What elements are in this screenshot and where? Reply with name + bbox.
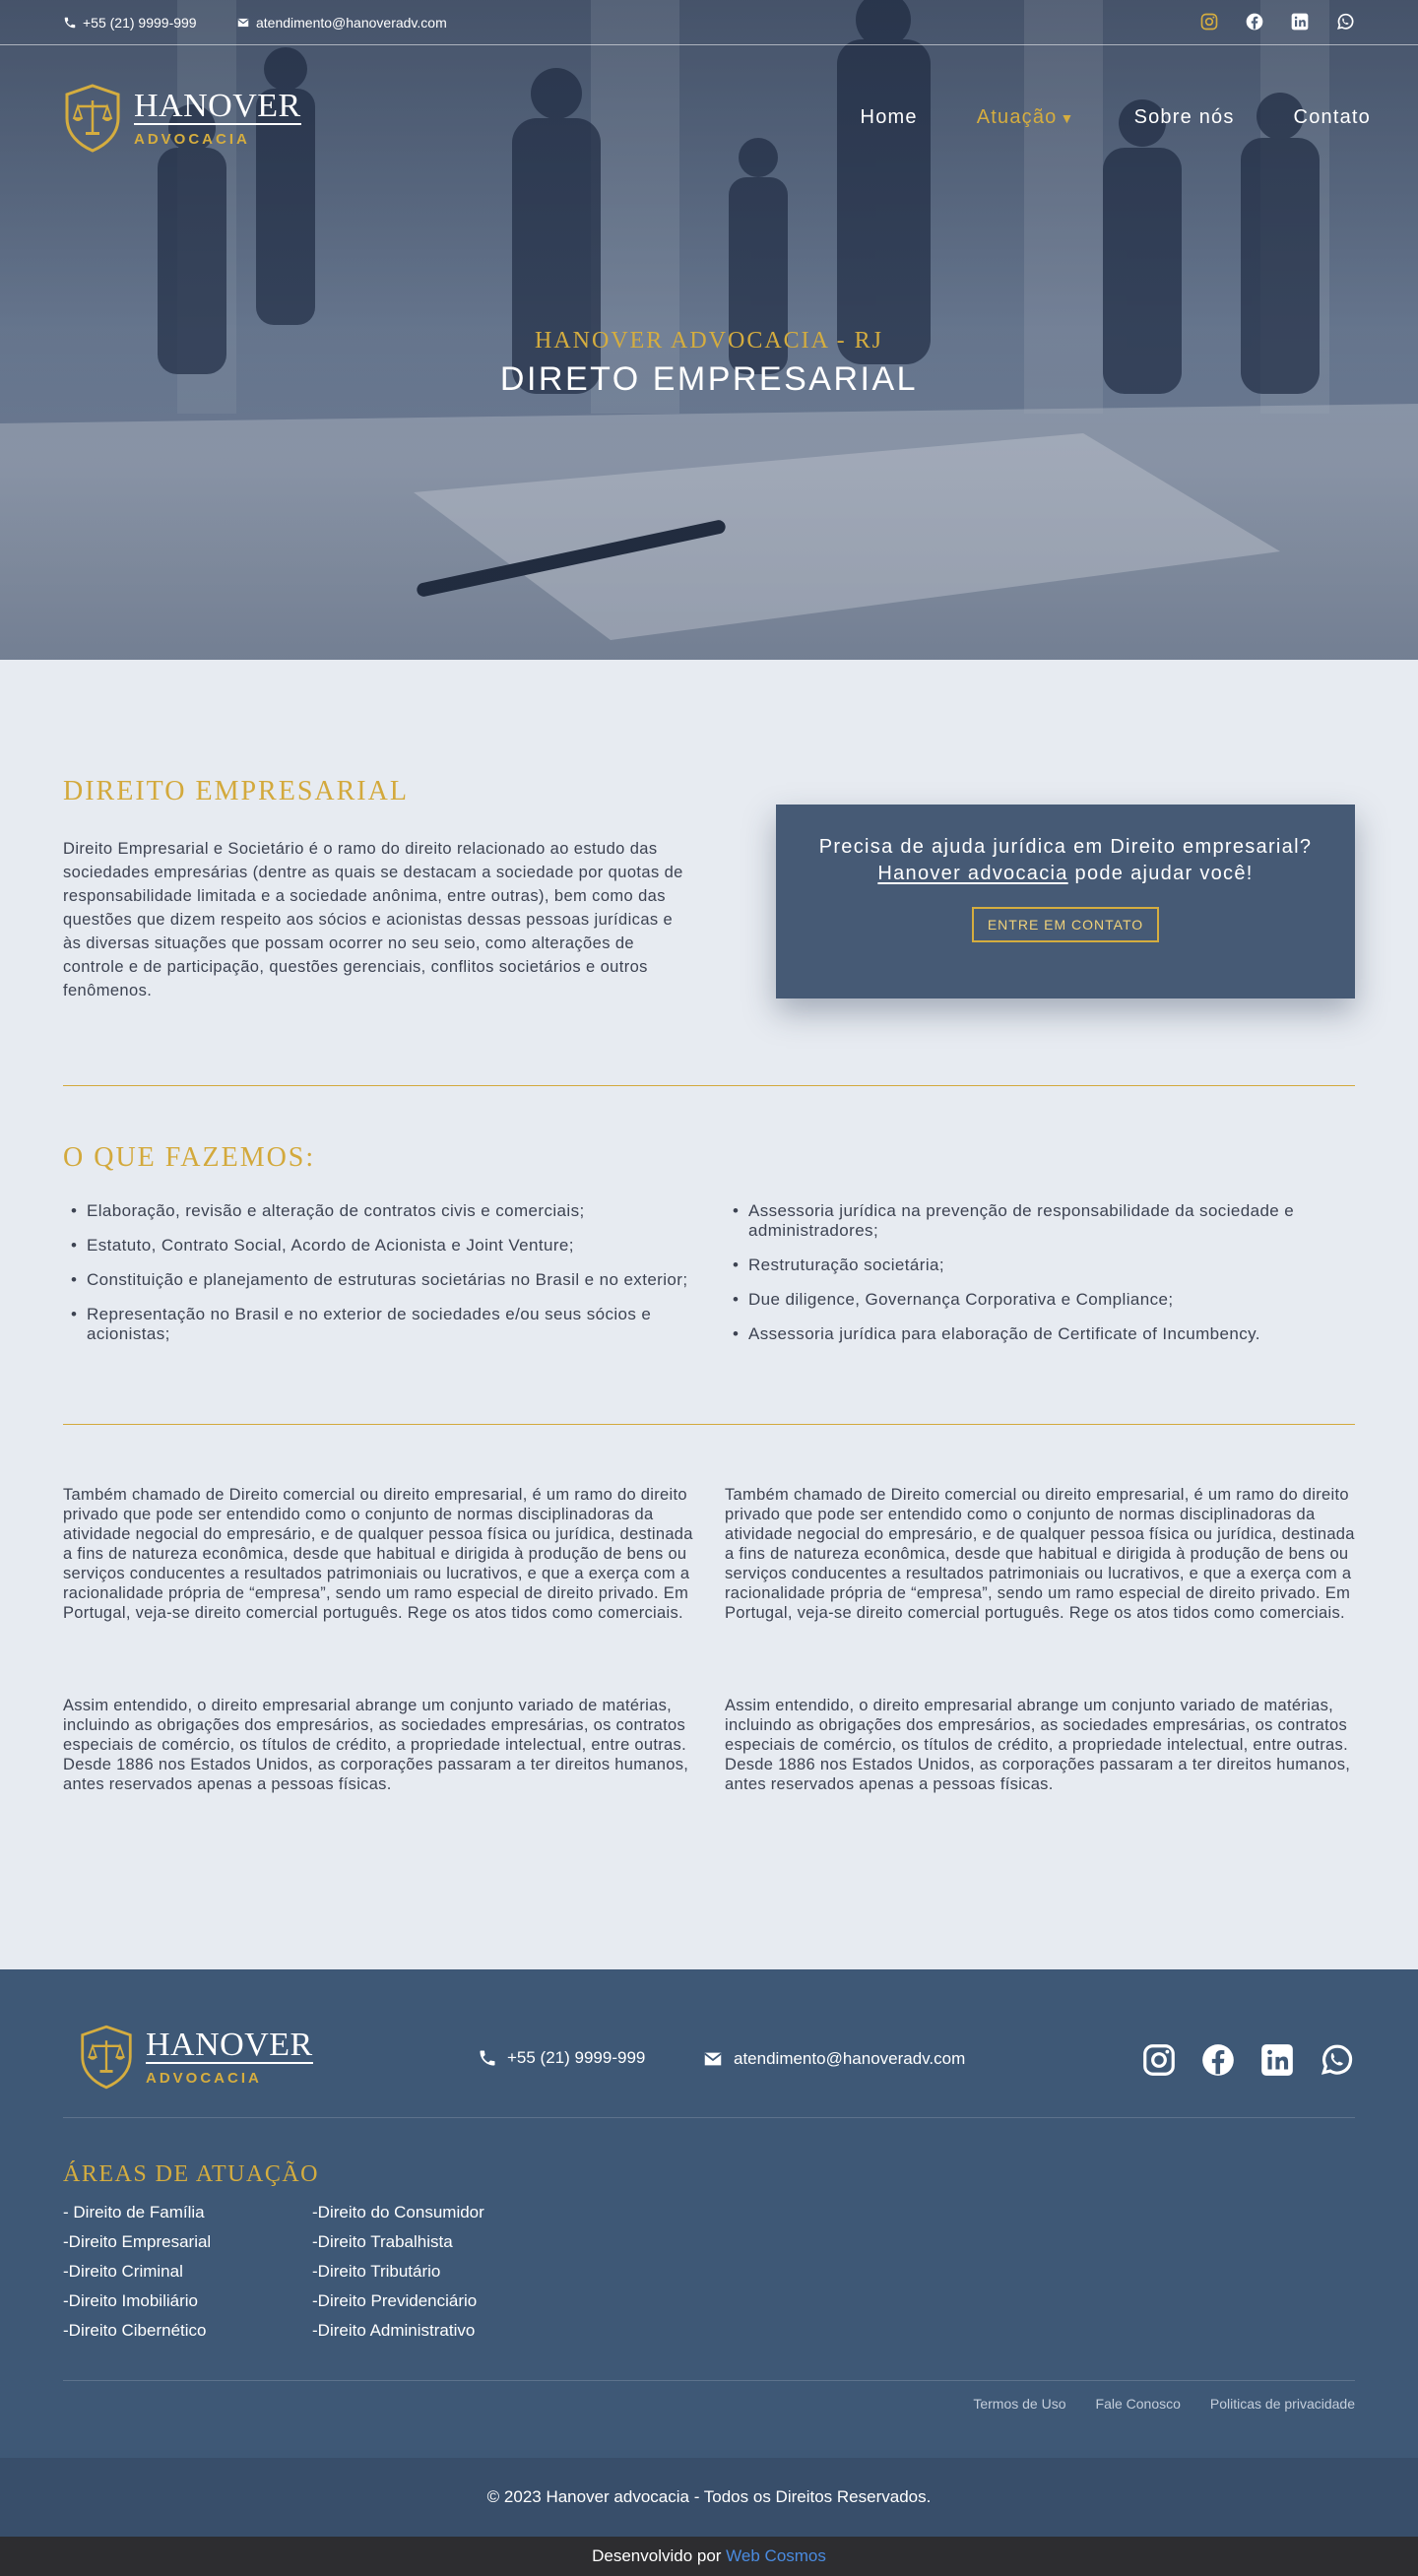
privacy-link[interactable]: Politicas de privacidade [1210,2396,1355,2412]
cta-box: Precisa de ajuda jurídica em Direito emp… [776,805,1355,998]
area-link[interactable]: -Direito Imobiliário [63,2286,211,2316]
cta-question-link[interactable]: Hanover advocacia [877,863,1067,884]
list-item: Representação no Brasil e no exterior de… [63,1305,703,1344]
terms-link[interactable]: Termos de Uso [973,2396,1065,2412]
footer-divider [63,2117,1355,2118]
areas-title: ÁREAS DE ATUAÇÃO [63,2161,320,2187]
copyright-bar: © 2023 Hanover advocacia - Todos os Dire… [0,2458,1418,2537]
nav-atuacao-label: Atuação [976,106,1058,128]
legal-links: Termos de Uso Fale Conosco Politicas de … [973,2396,1355,2412]
list-item: Elaboração, revisão e alteração de contr… [63,1201,703,1221]
cta-question-text: Precisa de ajuda jurídica em Direito emp… [818,836,1313,858]
topbar-email-text: atendimento@hanoveradv.com [256,15,447,31]
area-link[interactable]: -Direito Empresarial [63,2227,211,2257]
developer-bar: Desenvolvido por Web Cosmos [0,2537,1418,2576]
linkedin-icon[interactable] [1290,12,1310,32]
nav-sobre[interactable]: Sobre nós [1134,106,1235,129]
list-item: Constituição e planejamento de estrutura… [63,1270,703,1290]
detail-paragraph: Assim entendido, o direito empresarial a… [725,1697,1351,1793]
cta-question-suffix: pode ajudar você! [1067,863,1254,884]
whatsapp-icon[interactable] [1318,2041,1355,2079]
footer-email[interactable]: atendimento@hanoveradv.com [702,2048,965,2070]
section-divider [63,1085,1355,1086]
areas-list-left: - Direito de Família -Direito Empresaria… [63,2198,211,2346]
intro-title: DIREITO EMPRESARIAL [63,776,409,806]
area-link[interactable]: -Direito do Consumidor [312,2198,484,2227]
logo-sub-text: ADVOCACIA [146,2070,262,2088]
list-item: Restruturação societária; [725,1256,1355,1275]
footer-phone[interactable]: +55 (21) 9999-999 [478,2048,645,2068]
list-item: Assessoria jurídica para elaboração de C… [725,1324,1355,1344]
footer-divider [63,2380,1355,2381]
services-list-right: Assessoria jurídica na prevenção de resp… [725,1201,1355,1359]
main-nav: Home Atuação ▼ Sobre nós Contato [861,106,1371,129]
section-divider [63,1424,1355,1425]
hero-title: DIRETO EMPRESARIAL [499,360,919,398]
area-link[interactable]: -Direito Trabalhista [312,2227,484,2257]
contact-us-link[interactable]: Fale Conosco [1096,2396,1181,2412]
detail-paragraph: Também chamado de Direito comercial ou d… [63,1486,693,1622]
nav-home[interactable]: Home [861,106,918,129]
scales-of-justice-shield-icon [81,2025,132,2090]
whatsapp-icon[interactable] [1335,12,1355,32]
area-link[interactable]: -Direito Criminal [63,2257,211,2286]
services-list-left: Elaboração, revisão e alteração de contr… [63,1201,703,1359]
facebook-icon[interactable] [1199,2041,1237,2079]
area-link[interactable]: -Direito Previdenciário [312,2286,484,2316]
facebook-icon[interactable] [1245,12,1264,32]
nav-atuacao[interactable]: Atuação ▼ [977,106,1075,129]
topbar-email[interactable]: atendimento@hanoveradv.com [236,15,447,31]
developer-prefix: Desenvolvido por [592,2546,727,2565]
area-link[interactable]: -Direito Cibernético [63,2316,211,2346]
cta-question: Precisa de ajuda jurídica em Direito emp… [806,834,1325,887]
developer-link[interactable]: Web Cosmos [726,2546,826,2565]
detail-paragraph: Assim entendido, o direito empresarial a… [63,1697,689,1793]
topbar-phone[interactable]: +55 (21) 9999-999 [63,15,197,31]
hero-kicker: HANOVER ADVOCACIA - RJ [534,328,884,354]
area-link[interactable]: -Direito Tributário [312,2257,484,2286]
top-bar: +55 (21) 9999-999 atendimento@hanoveradv… [0,0,1418,45]
chevron-down-icon: ▼ [1060,110,1075,126]
footer: HANOVER ADVOCACIA +55 (21) 9999-999 aten… [0,1969,1418,2458]
logo-sub-text: ADVOCACIA [134,131,250,149]
phone-icon [64,17,76,29]
linkedin-icon[interactable] [1258,2041,1296,2079]
detail-paragraph: Também chamado de Direito comercial ou d… [725,1486,1355,1622]
topbar-social-links [1199,12,1355,32]
footer-logo[interactable]: HANOVER ADVOCACIA [79,2024,313,2091]
footer-phone-text: +55 (21) 9999-999 [507,2048,646,2067]
topbar-phone-text: +55 (21) 9999-999 [83,15,197,31]
logo-brand-text: HANOVER [134,87,301,126]
mail-icon [704,2052,722,2066]
areas-list-right: -Direito do Consumidor -Direito Trabalhi… [312,2198,484,2346]
hero-section: +55 (21) 9999-999 atendimento@hanoveradv… [0,0,1418,660]
instagram-icon[interactable] [1199,12,1219,32]
copyright-text: © 2023 Hanover advocacia - Todos os Dire… [486,2487,932,2506]
services-title: O QUE FAZEMOS: [63,1142,316,1173]
area-link[interactable]: -Direito Administrativo [312,2316,484,2346]
phone-icon [480,2050,495,2066]
contact-button[interactable]: ENTRE EM CONTATO [971,907,1160,942]
footer-social-links [1140,2041,1355,2079]
scales-of-justice-shield-icon [65,84,120,153]
area-link[interactable]: - Direito de Família [63,2198,211,2227]
list-item: Assessoria jurídica na prevenção de resp… [725,1201,1355,1241]
list-item: Estatuto, Contrato Social, Acordo de Aci… [63,1236,703,1256]
logo-brand-text: HANOVER [146,2026,313,2065]
nav-contato[interactable]: Contato [1294,106,1371,129]
instagram-icon[interactable] [1140,2041,1178,2079]
header-logo[interactable]: HANOVER ADVOCACIA [63,83,301,154]
footer-email-text: atendimento@hanoveradv.com [734,2049,966,2068]
mail-icon [237,18,249,28]
intro-text: Direito Empresarial e Societário é o ram… [63,840,683,999]
list-item: Due diligence, Governança Corporativa e … [725,1290,1355,1310]
